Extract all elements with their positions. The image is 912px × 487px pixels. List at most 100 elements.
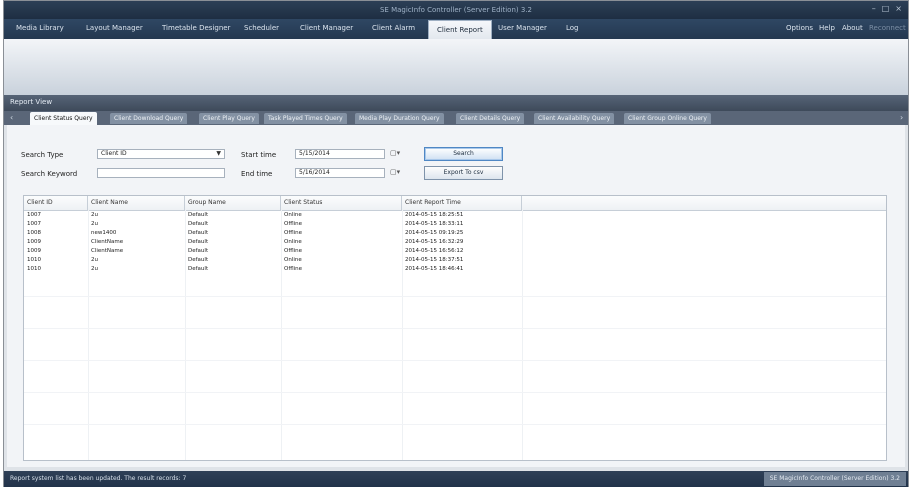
minimize-icon[interactable]: – — [872, 4, 876, 13]
maximize-icon[interactable]: □ — [882, 4, 890, 13]
cell-client-id: 1009 — [27, 248, 41, 254]
menu-options[interactable]: Options — [786, 24, 813, 32]
menu-bar: Media Library Layout Manager Timetable D… — [4, 19, 908, 39]
tab-client-group-online-query[interactable]: Client Group Online Query — [624, 113, 711, 124]
report-view-header: Report View — [4, 95, 908, 111]
search-button[interactable]: Search — [424, 147, 503, 161]
status-bar: Report system list has been updated. The… — [4, 471, 908, 487]
menu-help[interactable]: Help — [819, 24, 835, 32]
menu-timetable-designer[interactable]: Timetable Designer — [162, 24, 230, 32]
grid-line — [24, 424, 886, 425]
chevron-down-icon: ▼ — [216, 150, 221, 157]
tab-scroll-right-icon[interactable]: › — [900, 113, 903, 122]
search-type-label: Search Type — [21, 151, 64, 159]
cell-client-status: Offline — [284, 230, 303, 236]
search-type-select[interactable]: Client ID ▼ — [97, 149, 225, 159]
end-time-input[interactable]: 5/16/2014 — [295, 168, 385, 178]
menu-scheduler[interactable]: Scheduler — [244, 24, 279, 32]
cell-client-name: 2u — [91, 221, 98, 227]
cell-client-id: 1010 — [27, 257, 41, 263]
calendar-icon[interactable]: ▢▾ — [390, 168, 400, 176]
menu-about[interactable]: About — [842, 24, 863, 32]
status-edition: SE MagicInfo Controller (Server Edition)… — [763, 472, 906, 486]
column-group-name[interactable]: Group Name — [185, 196, 281, 210]
cell-client-status: Online — [284, 257, 302, 263]
table-row[interactable]: 1009 ClientName Default Offline 2014-05-… — [24, 247, 886, 255]
tab-scroll-left-icon[interactable]: ‹ — [10, 113, 13, 122]
menu-layout-manager[interactable]: Layout Manager — [86, 24, 143, 32]
column-client-name[interactable]: Client Name — [88, 196, 185, 210]
cell-report-time: 2014-05-15 16:56:12 — [405, 248, 464, 254]
grid-line — [24, 296, 886, 297]
grid-line — [24, 392, 886, 393]
title-bar: SE MagicInfo Controller (Server Edition)… — [4, 1, 908, 19]
table-row[interactable]: 1009 ClientName Default Online 2014-05-1… — [24, 238, 886, 246]
tab-media-play-duration-query[interactable]: Media Play Duration Query — [355, 113, 444, 124]
column-client-report-time[interactable]: Client Report Time — [402, 196, 522, 210]
cell-group-name: Default — [188, 248, 209, 254]
cell-client-name: ClientName — [91, 248, 124, 254]
column-client-id[interactable]: Client ID — [24, 196, 88, 210]
cell-client-status: Offline — [284, 266, 303, 272]
start-time-input[interactable]: 5/15/2014 — [295, 149, 385, 159]
window-title: SE MagicInfo Controller (Server Edition)… — [379, 6, 532, 14]
report-view-label: Report View — [10, 98, 53, 106]
table-row[interactable]: 1007 2u Default Online 2014-05-15 18:25:… — [24, 211, 886, 219]
cell-client-status: Online — [284, 212, 302, 218]
tab-client-play-query[interactable]: Client Play Query — [199, 113, 259, 124]
menu-reconnect[interactable]: Reconnect — [869, 24, 906, 32]
menu-client-manager[interactable]: Client Manager — [300, 24, 353, 32]
cell-client-id: 1007 — [27, 212, 41, 218]
cell-group-name: Default — [188, 239, 209, 245]
status-message: Report system list has been updated. The… — [10, 475, 187, 482]
calendar-icon[interactable]: ▢▾ — [390, 149, 400, 157]
cell-report-time: 2014-05-15 09:19:25 — [405, 230, 464, 236]
menu-client-alarm[interactable]: Client Alarm — [372, 24, 415, 32]
table-header: Client ID Client Name Group Name Client … — [24, 196, 886, 211]
menu-user-manager[interactable]: User Manager — [498, 24, 547, 32]
cell-group-name: Default — [188, 212, 209, 218]
grid-line — [24, 328, 886, 329]
grid-line — [24, 360, 886, 361]
search-keyword-input[interactable] — [97, 168, 225, 178]
search-keyword-label: Search Keyword — [21, 170, 78, 178]
table-row[interactable]: 1008 new1400 Default Offline 2014-05-15 … — [24, 229, 886, 237]
cell-client-name: 2u — [91, 212, 98, 218]
menu-log[interactable]: Log — [566, 24, 579, 32]
tab-task-played-times-query[interactable]: Task Played Times Query — [264, 113, 347, 124]
table-row[interactable]: 1007 2u Default Offline 2014-05-15 18:33… — [24, 220, 886, 228]
cell-report-time: 2014-05-15 16:32:29 — [405, 239, 464, 245]
cell-client-id: 1007 — [27, 221, 41, 227]
cell-client-status: Online — [284, 239, 302, 245]
export-csv-button[interactable]: Export To csv — [424, 166, 503, 180]
cell-client-id: 1008 — [27, 230, 41, 236]
menu-client-report[interactable]: Client Report — [428, 20, 492, 39]
cell-client-id: 1009 — [27, 239, 41, 245]
cell-client-status: Offline — [284, 248, 303, 254]
table-row[interactable]: 1010 2u Default Online 2014-05-15 18:37:… — [24, 256, 886, 264]
cell-group-name: Default — [188, 221, 209, 227]
cell-client-status: Offline — [284, 221, 303, 227]
cell-client-name: 2u — [91, 257, 98, 263]
cell-group-name: Default — [188, 266, 209, 272]
column-client-status[interactable]: Client Status — [281, 196, 402, 210]
cell-group-name: Default — [188, 257, 209, 263]
table-row[interactable]: 1010 2u Default Offline 2014-05-15 18:46… — [24, 265, 886, 273]
app-window: SE MagicInfo Controller (Server Edition)… — [3, 0, 909, 487]
tab-client-download-query[interactable]: Client Download Query — [110, 113, 188, 124]
search-type-value: Client ID — [101, 150, 127, 157]
close-icon[interactable]: × — [895, 4, 902, 13]
cell-client-name: new1400 — [91, 230, 117, 236]
tab-client-availability-query[interactable]: Client Availability Query — [534, 113, 615, 124]
menu-media-library[interactable]: Media Library — [16, 24, 64, 32]
window-controls: – □ × — [872, 4, 902, 13]
cell-report-time: 2014-05-15 18:25:51 — [405, 212, 464, 218]
cell-report-time: 2014-05-15 18:37:51 — [405, 257, 464, 263]
tab-client-status-query[interactable]: Client Status Query — [30, 112, 97, 125]
tab-client-details-query[interactable]: Client Details Query — [456, 113, 525, 124]
cell-client-name: ClientName — [91, 239, 124, 245]
cell-client-id: 1010 — [27, 266, 41, 272]
cell-client-name: 2u — [91, 266, 98, 272]
ribbon-area — [4, 39, 908, 96]
cell-report-time: 2014-05-15 18:46:41 — [405, 266, 464, 272]
